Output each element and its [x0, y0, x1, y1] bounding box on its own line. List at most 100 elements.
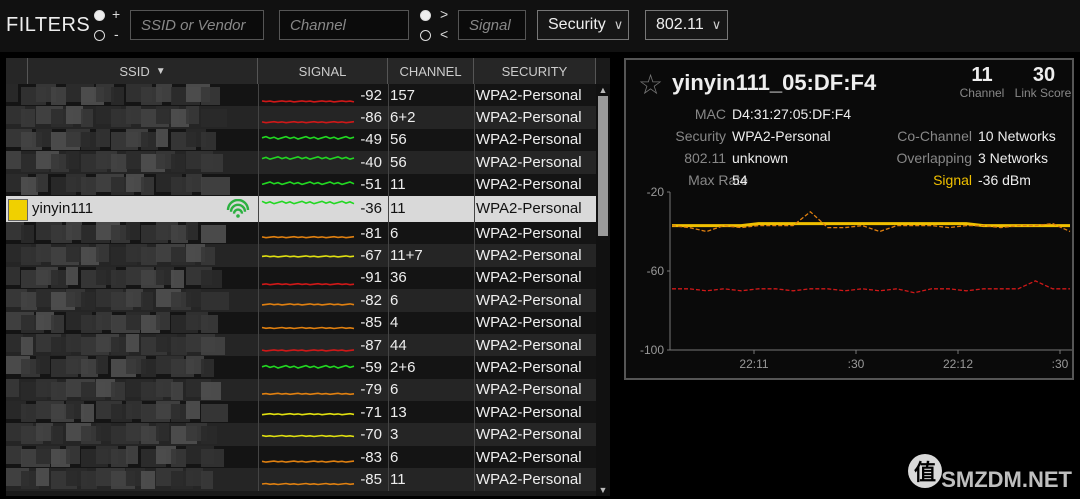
ssid-exclude-radio[interactable]	[94, 30, 105, 41]
ssid-cell	[6, 244, 256, 266]
redacted-block	[6, 84, 18, 102]
network-table: SSID ▼ SIGNAL CHANNEL SECURITY -92 157 WPA…	[6, 58, 610, 496]
scroll-down-icon[interactable]: ▼	[596, 484, 610, 496]
sparkline-path	[261, 435, 355, 438]
ssid-cell	[6, 356, 256, 378]
table-row[interactable]: -49 56 WPA2-Personal	[6, 128, 596, 152]
signal-cell: -70	[360, 426, 382, 444]
ssid-cell: yinyin111	[6, 196, 256, 222]
channel-cell: 157	[390, 86, 416, 104]
less-label: <	[440, 26, 449, 42]
ssid-cell	[6, 173, 256, 196]
redacted-block	[201, 131, 216, 150]
standard-dropdown[interactable]: 802.11 ∨	[645, 10, 728, 40]
table-row[interactable]: -71 13 WPA2-Personal	[6, 401, 596, 424]
table-row[interactable]: -87 44 WPA2-Personal	[6, 333, 596, 357]
table-row[interactable]: -81 6 WPA2-Personal	[6, 221, 596, 245]
channel-cell: 11	[390, 200, 406, 218]
table-row[interactable]: -51 11 WPA2-Personal	[6, 173, 596, 196]
table-row[interactable]: -83 6 WPA2-Personal	[6, 445, 596, 469]
color-column-header[interactable]	[6, 58, 28, 84]
column-divider	[258, 378, 259, 402]
chevron-down-icon: ∨	[613, 17, 624, 32]
sparkline-path	[261, 348, 355, 352]
redacted-block	[141, 471, 155, 490]
column-divider	[474, 266, 475, 290]
column-divider	[388, 445, 389, 469]
redacted-block	[126, 333, 139, 352]
redacted-block	[126, 445, 138, 464]
column-divider	[474, 289, 475, 312]
redacted-block	[51, 426, 63, 445]
channel-cell: 11	[390, 470, 406, 488]
filter-bar: FILTERS + - SSID or Vendor Channel > < S…	[0, 0, 1080, 52]
channel-cell: 56	[390, 153, 407, 171]
security-cell: WPA2-Personal	[476, 448, 582, 466]
security-cell: WPA2-Personal	[476, 358, 582, 376]
column-divider	[388, 106, 389, 129]
signal-input[interactable]: Signal	[458, 10, 526, 40]
table-row[interactable]: -92 157 WPA2-Personal	[6, 84, 596, 107]
redacted-block	[201, 359, 214, 378]
ssid-column-header[interactable]: SSID ▼	[28, 58, 258, 84]
security-dropdown[interactable]: Security ∨	[537, 10, 629, 40]
scrollbar[interactable]: ▲ ▼	[596, 84, 610, 496]
column-divider	[388, 356, 389, 379]
table-row[interactable]: -67 11+7 WPA2-Personal	[6, 244, 596, 267]
signal-less-radio[interactable]	[420, 30, 431, 41]
column-divider	[258, 106, 259, 129]
ssid-cell	[6, 84, 256, 106]
signal-greater-radio[interactable]	[420, 10, 431, 21]
table-row[interactable]: -79 6 WPA2-Personal	[6, 378, 596, 402]
ssid-cell	[6, 289, 256, 311]
column-divider	[258, 84, 259, 107]
scroll-thumb[interactable]	[598, 96, 608, 236]
exclude-label: -	[114, 26, 119, 42]
column-divider	[388, 289, 389, 312]
security-cell: WPA2-Personal	[476, 426, 582, 444]
redacted-block	[201, 109, 227, 128]
ssid-label: yinyin111	[32, 200, 94, 218]
ssid-cell	[6, 401, 256, 423]
signal-sparkline	[261, 156, 355, 161]
redacted-block	[21, 404, 36, 423]
redacted-block	[126, 106, 141, 125]
redacted-block	[96, 423, 111, 442]
column-divider	[388, 244, 389, 267]
table-row[interactable]: -85 11 WPA2-Personal	[6, 468, 596, 491]
column-divider	[474, 106, 475, 129]
table-row[interactable]: -82 6 WPA2-Personal	[6, 289, 596, 312]
y-tick-label: -100	[640, 343, 664, 357]
security-column-header[interactable]: SECURITY	[474, 58, 596, 84]
channel-cell: 56	[390, 131, 407, 149]
channel-column-header[interactable]: CHANNEL	[388, 58, 474, 84]
channel-input[interactable]: Channel	[279, 10, 409, 40]
x-tick-label: :30	[1052, 357, 1069, 371]
redacted-block	[156, 128, 168, 147]
scroll-up-icon[interactable]: ▲	[596, 84, 610, 96]
ssid-include-radio[interactable]	[94, 10, 105, 21]
table-row[interactable]: -86 6+2 WPA2-Personal	[6, 106, 596, 129]
sparkline-path	[261, 282, 355, 286]
redacted-block	[6, 378, 19, 397]
signal-column-header[interactable]: SIGNAL	[258, 58, 388, 84]
table-row[interactable]: -59 2+6 WPA2-Personal	[6, 356, 596, 379]
table-row[interactable]: -70 3 WPA2-Personal	[6, 423, 596, 446]
redacted-block	[201, 292, 229, 311]
table-row[interactable]: -91 36 WPA2-Personal	[6, 266, 596, 290]
column-divider	[258, 311, 259, 334]
channel-cell: 11+7	[390, 247, 423, 265]
redacted-block	[186, 289, 201, 308]
column-divider	[258, 244, 259, 267]
signal-cell: -81	[360, 224, 382, 242]
signal-sparkline	[261, 482, 355, 486]
color-swatch[interactable]	[8, 198, 28, 221]
channel-cell: 2+6	[390, 358, 416, 376]
table-row[interactable]: -40 56 WPA2-Personal	[6, 151, 596, 174]
ssid-vendor-input[interactable]: SSID or Vendor	[130, 10, 264, 40]
signal-cell: -87	[360, 336, 382, 354]
filters-title: FILTERS	[6, 14, 91, 36]
signal-sparkline	[261, 326, 355, 329]
table-row[interactable]: yinyin111 -36 11 WPA2-Personal	[6, 195, 596, 222]
table-row[interactable]: -85 4 WPA2-Personal	[6, 311, 596, 334]
